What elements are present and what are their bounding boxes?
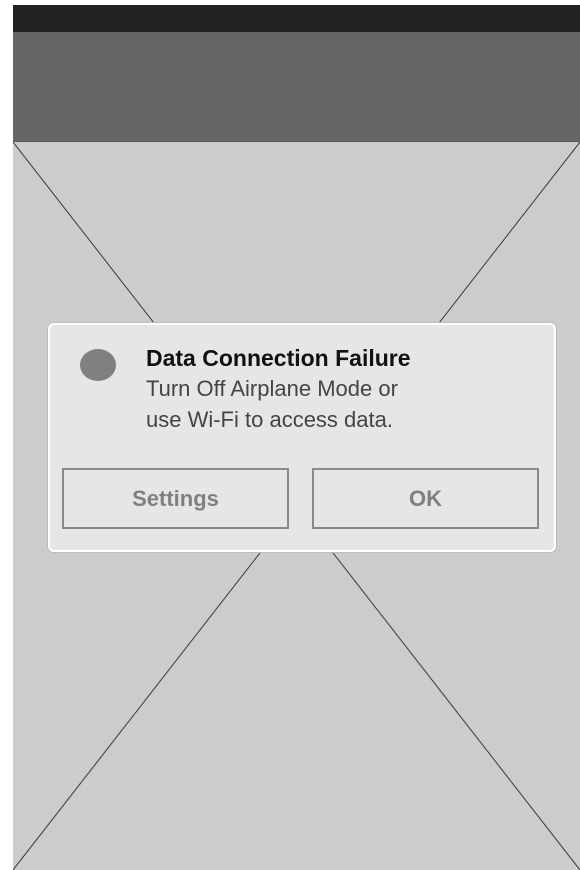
- navigation-bar: [13, 32, 580, 142]
- status-bar: [13, 5, 580, 32]
- status-dot-icon: [80, 349, 116, 381]
- settings-button[interactable]: Settings: [62, 468, 289, 529]
- ok-button[interactable]: OK: [312, 468, 539, 529]
- dialog-text-block: Data Connection Failure Turn Off Airplan…: [146, 343, 526, 435]
- dialog-title: Data Connection Failure: [146, 345, 411, 371]
- phone-screen: Data Connection Failure Turn Off Airplan…: [13, 5, 580, 870]
- alert-dialog: Data Connection Failure Turn Off Airplan…: [48, 323, 556, 552]
- dialog-message-line: use Wi-Fi to access data.: [146, 407, 393, 432]
- dialog-message-line: Turn Off Airplane Mode or: [146, 376, 398, 401]
